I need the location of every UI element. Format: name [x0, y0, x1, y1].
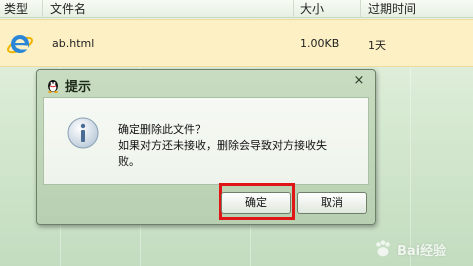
- message-line: 确定删除此文件？: [118, 123, 206, 136]
- column-header-type[interactable]: 类型: [4, 1, 28, 17]
- cancel-button[interactable]: 取消: [297, 192, 367, 214]
- dialog-message: 确定删除此文件？ 如果对方还未接收，删除会导致对方接收失 败。: [118, 122, 363, 170]
- dialog-body: 确定删除此文件？ 如果对方还未接收，删除会导致对方接收失 败。: [43, 97, 369, 185]
- file-name: ab.html: [52, 37, 95, 50]
- close-button[interactable]: ×: [351, 73, 367, 89]
- confirm-dialog: 提示 × 确定删除此文件？ 如果对方还未接收，删除会导致对方接收失 败。 确定 …: [36, 69, 376, 225]
- message-line: 败。: [118, 155, 140, 168]
- info-icon: [67, 117, 99, 149]
- file-list-header: 类型 文件名 大小 过期时间: [0, 0, 473, 18]
- ie-icon: [7, 35, 33, 54]
- dialog-titlebar[interactable]: 提示: [41, 74, 341, 95]
- qq-penguin-icon: [48, 80, 58, 93]
- column-header-expiry[interactable]: 过期时间: [368, 1, 416, 17]
- confirm-button[interactable]: 确定: [221, 192, 291, 214]
- file-row[interactable]: ab.html 1.00KB 1天: [0, 19, 473, 67]
- column-divider[interactable]: [360, 0, 361, 18]
- file-expiry: 1天: [368, 39, 386, 52]
- dialog-title: 提示: [65, 80, 92, 95]
- column-header-size[interactable]: 大小: [300, 1, 324, 17]
- message-line: 如果对方还未接收，删除会导致对方接收失: [118, 139, 327, 152]
- column-divider[interactable]: [293, 0, 294, 18]
- paw-icon: [376, 240, 390, 257]
- column-header-filename[interactable]: 文件名: [50, 1, 86, 17]
- column-divider[interactable]: [42, 0, 43, 18]
- close-icon: ×: [353, 73, 365, 88]
- file-size: 1.00KB: [300, 37, 340, 50]
- watermark-text: Bai经验: [397, 244, 447, 259]
- watermark: Bai经验: [371, 238, 467, 260]
